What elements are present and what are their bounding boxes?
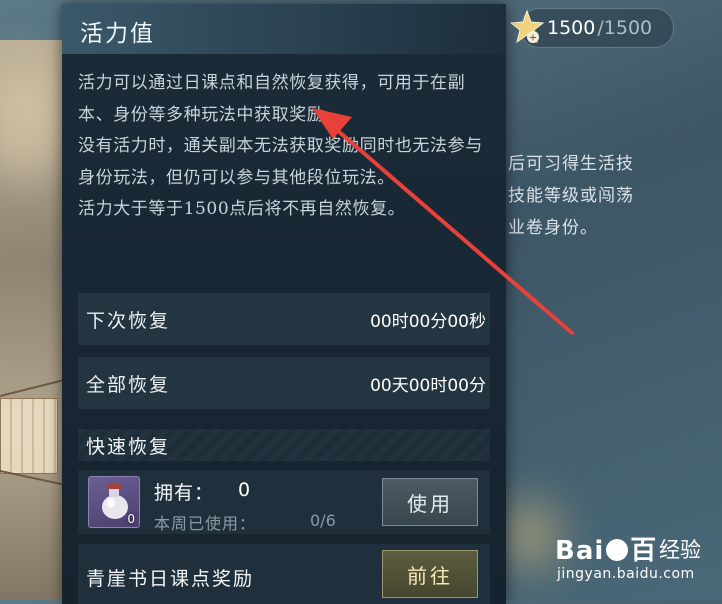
owned-value: 0 [238,479,251,501]
daily-reward-row: 青崖书日课点奖励 前往 [78,544,490,604]
next-recovery-label: 下次恢复 [86,309,171,332]
watermark-cn: 经验 [659,538,701,562]
stamina-current-value: 1500 [547,17,596,39]
stamina-resource-bar: + 1500 /1500 [509,8,674,48]
background-text-line: 后可习得生活技 [508,154,634,174]
owned-label: 拥有： [154,482,215,504]
background-text-line: 业卷身份。 [508,218,598,238]
background-text: 后可习得生活技 技能等级或闯荡 业卷身份。 [508,148,688,244]
item-count: 0 [127,512,135,526]
watermark-brand: Bai [555,536,605,566]
use-item-button[interactable]: 使用 [382,478,478,526]
stamina-max-value: /1500 [597,17,653,39]
next-recovery-row: 下次恢复 00时00分00秒 [78,293,490,345]
daily-reward-label: 青崖书日课点奖励 [86,568,255,590]
background-sail [0,398,58,474]
weekly-used-label: 本周已使用： [154,514,257,533]
panel-title: 活力值 [80,21,155,47]
watermark-url: jingyan.baidu.com [557,566,695,582]
description-paragraph: 没有活力时，通关副本无法获取奖励同时也无法参与身份玩法，但仍可以参与其他段位玩法… [78,136,483,188]
watermark-brand-tail: 百 [630,536,658,566]
full-recovery-label: 全部恢复 [86,373,171,396]
panel-title-bar: 活力值 [62,4,506,54]
full-recovery-value: 00天00时00分 [370,375,486,396]
recovery-item-row: 0 拥有： 0 本周已使用： 0/6 使用 [78,470,490,534]
stamina-star-icon: + [509,9,545,44]
svg-text:+: + [529,33,537,44]
go-to-reward-button[interactable]: 前往 [382,550,478,598]
full-recovery-row: 全部恢复 00天00时00分 [78,357,490,409]
stamina-tooltip-panel: 活力值 活力可以通过日课点和自然恢复获得，可用于在副本、身份等多种玩法中获取奖励… [62,4,506,604]
quick-recovery-header: 快速恢复 [78,429,490,461]
quick-recovery-title: 快速恢复 [86,436,171,458]
weekly-used-value: 0/6 [310,511,336,530]
item-slot[interactable]: 0 [88,476,140,528]
background-glow [500,500,560,570]
description-paragraph: 活力可以通过日课点和自然恢复获得，可用于在副本、身份等多种玩法中获取奖励。 [78,73,466,125]
paw-icon [606,539,629,561]
watermark-logo: Bai 百 [555,530,657,567]
next-recovery-value: 00时00分00秒 [370,311,486,332]
background-text-line: 技能等级或闯荡 [508,186,634,206]
description-paragraph: 活力大于等于1500点后将不再自然恢复。 [78,199,406,219]
baidu-watermark: Bai 百 经验 jingyan.baidu.com [555,530,715,592]
panel-description: 活力可以通过日课点和自然恢复获得，可用于在副本、身份等多种玩法中获取奖励。 没有… [78,68,496,226]
